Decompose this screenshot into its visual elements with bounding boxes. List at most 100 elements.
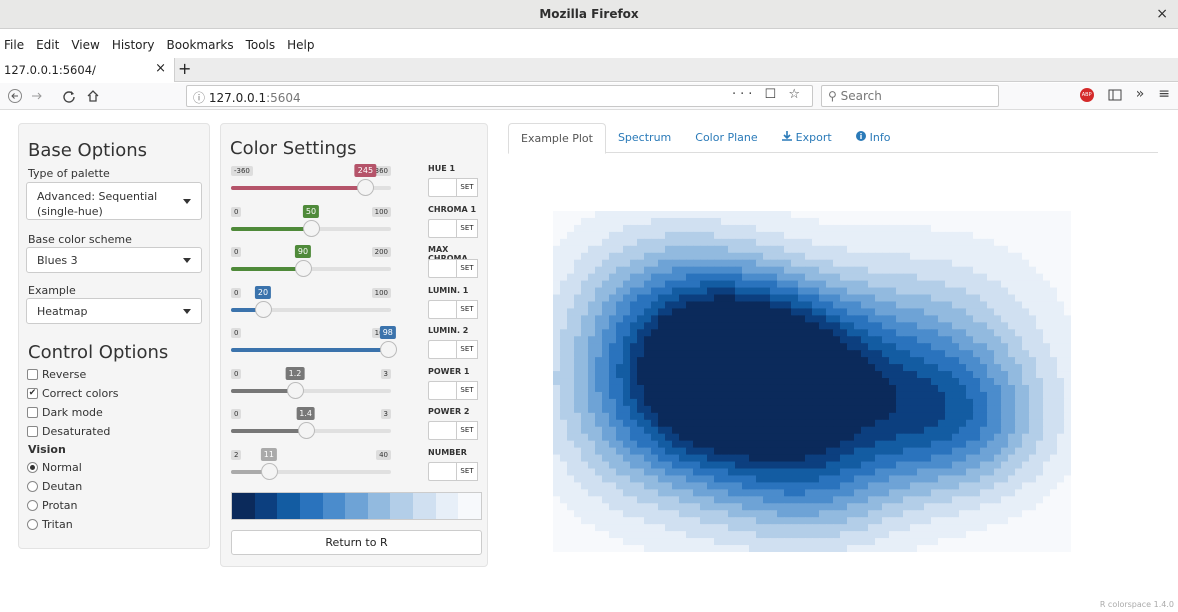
tab-title: 127.0.0.1:5604/ <box>4 63 96 77</box>
dark-mode-checkbox[interactable]: Dark mode <box>27 406 103 419</box>
menu-tools[interactable]: Tools <box>246 38 276 58</box>
set-input[interactable] <box>428 218 456 238</box>
slider-value: 50 <box>302 204 320 218</box>
radio-selected[interactable] <box>27 462 38 473</box>
slider-value: 90 <box>294 245 312 258</box>
set-button[interactable]: SET <box>456 259 478 278</box>
set-group-2: MAX CHROMASET <box>428 245 488 278</box>
download-icon <box>781 131 792 141</box>
set-group-3: LUMIN. 1 SET <box>428 286 488 319</box>
overflow-menu-icon[interactable]: » <box>1136 86 1145 102</box>
slider-handle[interactable] <box>379 341 397 358</box>
set-input[interactable] <box>428 299 456 319</box>
checkbox-box[interactable] <box>27 407 38 418</box>
set-button[interactable]: SET <box>456 421 478 440</box>
vision-normal-radio[interactable]: Normal <box>27 461 82 474</box>
hamburger-menu-icon[interactable]: ≡ <box>1158 86 1170 102</box>
reload-icon[interactable] <box>62 89 76 103</box>
slider-handle[interactable] <box>295 260 312 277</box>
radio-button[interactable] <box>27 519 38 530</box>
return-to-r-button[interactable]: Return to R <box>231 530 482 555</box>
vision-deutan-radio[interactable]: Deutan <box>27 480 82 493</box>
menu-history[interactable]: History <box>112 38 155 58</box>
desaturated-checkbox[interactable]: Desaturated <box>27 425 110 438</box>
browser-tab[interactable]: 127.0.0.1:5604/ × <box>0 58 175 82</box>
slider-3[interactable]: 0 100 20 <box>231 285 391 328</box>
menu-view[interactable]: View <box>71 38 99 58</box>
slider-max: 3 <box>380 368 391 379</box>
page-actions-icon[interactable]: ··· ☐ ☆ <box>732 87 804 102</box>
vision-protan-radio[interactable]: Protan <box>27 499 77 512</box>
radio-button[interactable] <box>27 481 38 492</box>
tab-example-plot[interactable]: Example Plot <box>508 123 606 154</box>
menu-bookmarks[interactable]: Bookmarks <box>167 38 234 58</box>
set-input[interactable] <box>428 259 456 278</box>
example-select[interactable]: Heatmap <box>26 298 202 324</box>
search-icon: ⚲ <box>828 89 837 103</box>
close-tab-icon[interactable]: × <box>155 61 166 77</box>
forward-icon[interactable] <box>30 90 44 102</box>
correct-colors-checkbox[interactable]: ✔ Correct colors <box>27 387 118 400</box>
back-icon[interactable] <box>8 89 24 103</box>
set-button[interactable]: SET <box>456 299 478 319</box>
sidebar-icon[interactable] <box>1108 88 1122 102</box>
set-input[interactable] <box>428 178 456 197</box>
set-input[interactable] <box>428 340 456 359</box>
home-icon[interactable] <box>86 89 100 103</box>
tab-color-plane[interactable]: Color Plane <box>683 123 769 152</box>
slider-1[interactable]: 0 100 50 <box>231 204 391 247</box>
example-value: Heatmap <box>37 305 88 318</box>
slider-7[interactable]: 2 40 11 <box>231 447 391 490</box>
slider-handle[interactable] <box>297 422 315 439</box>
palette-type-select[interactable]: Advanced: Sequential (single-hue) <box>26 182 202 220</box>
tab-info[interactable]: Info <box>844 123 903 152</box>
tab-export[interactable]: Export <box>770 123 844 152</box>
set-button[interactable]: SET <box>456 218 478 238</box>
tab-spectrum[interactable]: Spectrum <box>606 123 683 152</box>
slider-min: 0 <box>231 247 242 257</box>
checkbox-box[interactable] <box>27 369 38 380</box>
window-titlebar: Mozilla Firefox × <box>0 0 1178 29</box>
reverse-checkbox[interactable]: Reverse <box>27 368 86 381</box>
set-button[interactable]: SET <box>456 461 478 481</box>
slider-4[interactable]: 010098 <box>231 326 397 368</box>
search-placeholder: Search <box>840 89 882 103</box>
menu-help[interactable]: Help <box>287 38 314 58</box>
search-input[interactable]: ⚲ Search <box>821 85 999 107</box>
set-button[interactable]: SET <box>456 340 478 359</box>
site-info-icon[interactable]: ⓘ <box>193 91 205 105</box>
set-group-4: LUMIN. 2 SET <box>428 326 488 359</box>
menu-edit[interactable]: Edit <box>36 38 59 58</box>
url-bar[interactable]: ⓘ 127.0.0.1:5604 ··· ☐ ☆ <box>186 85 813 107</box>
slider-handle[interactable] <box>260 462 278 480</box>
adblock-icon[interactable]: ABP <box>1079 88 1094 102</box>
new-tab-icon[interactable]: + <box>178 59 191 78</box>
vision-tritan-radio[interactable]: Tritan <box>27 518 73 531</box>
slider-handle[interactable] <box>357 179 375 196</box>
checkmark-icon[interactable]: ✔ <box>27 388 38 399</box>
browser-tab-bar: 127.0.0.1:5604/ × + <box>0 58 1178 82</box>
set-input[interactable] <box>428 380 456 400</box>
close-window-icon[interactable]: × <box>1156 6 1168 22</box>
slider-handle[interactable] <box>255 300 272 318</box>
slider-6[interactable]: 0 3 1.4 <box>231 407 391 449</box>
slider-fill <box>231 348 388 352</box>
slider-0[interactable]: -360 360 245 <box>231 164 391 206</box>
checkbox-box[interactable] <box>27 426 38 437</box>
slider-min: 0 <box>231 206 242 217</box>
slider-fill <box>231 388 295 393</box>
set-button[interactable]: SET <box>456 178 478 197</box>
slider-handle[interactable] <box>287 381 304 399</box>
menu-file[interactable]: File <box>4 38 24 58</box>
radio-button[interactable] <box>27 500 38 511</box>
color-scheme-select[interactable]: Blues 3 <box>26 247 202 273</box>
slider-5[interactable]: 0 3 1.2 <box>231 366 391 409</box>
slider-handle[interactable] <box>303 219 320 237</box>
slider-min: 0 <box>231 287 242 298</box>
slider-2[interactable]: 0 200 90 <box>231 245 391 287</box>
set-button[interactable]: SET <box>456 380 478 400</box>
set-input[interactable] <box>428 461 456 481</box>
slider-label: CHROMA 1 <box>428 204 477 214</box>
palette-type-value: Advanced: Sequential (single-hue) <box>37 190 158 218</box>
set-input[interactable] <box>428 421 456 440</box>
